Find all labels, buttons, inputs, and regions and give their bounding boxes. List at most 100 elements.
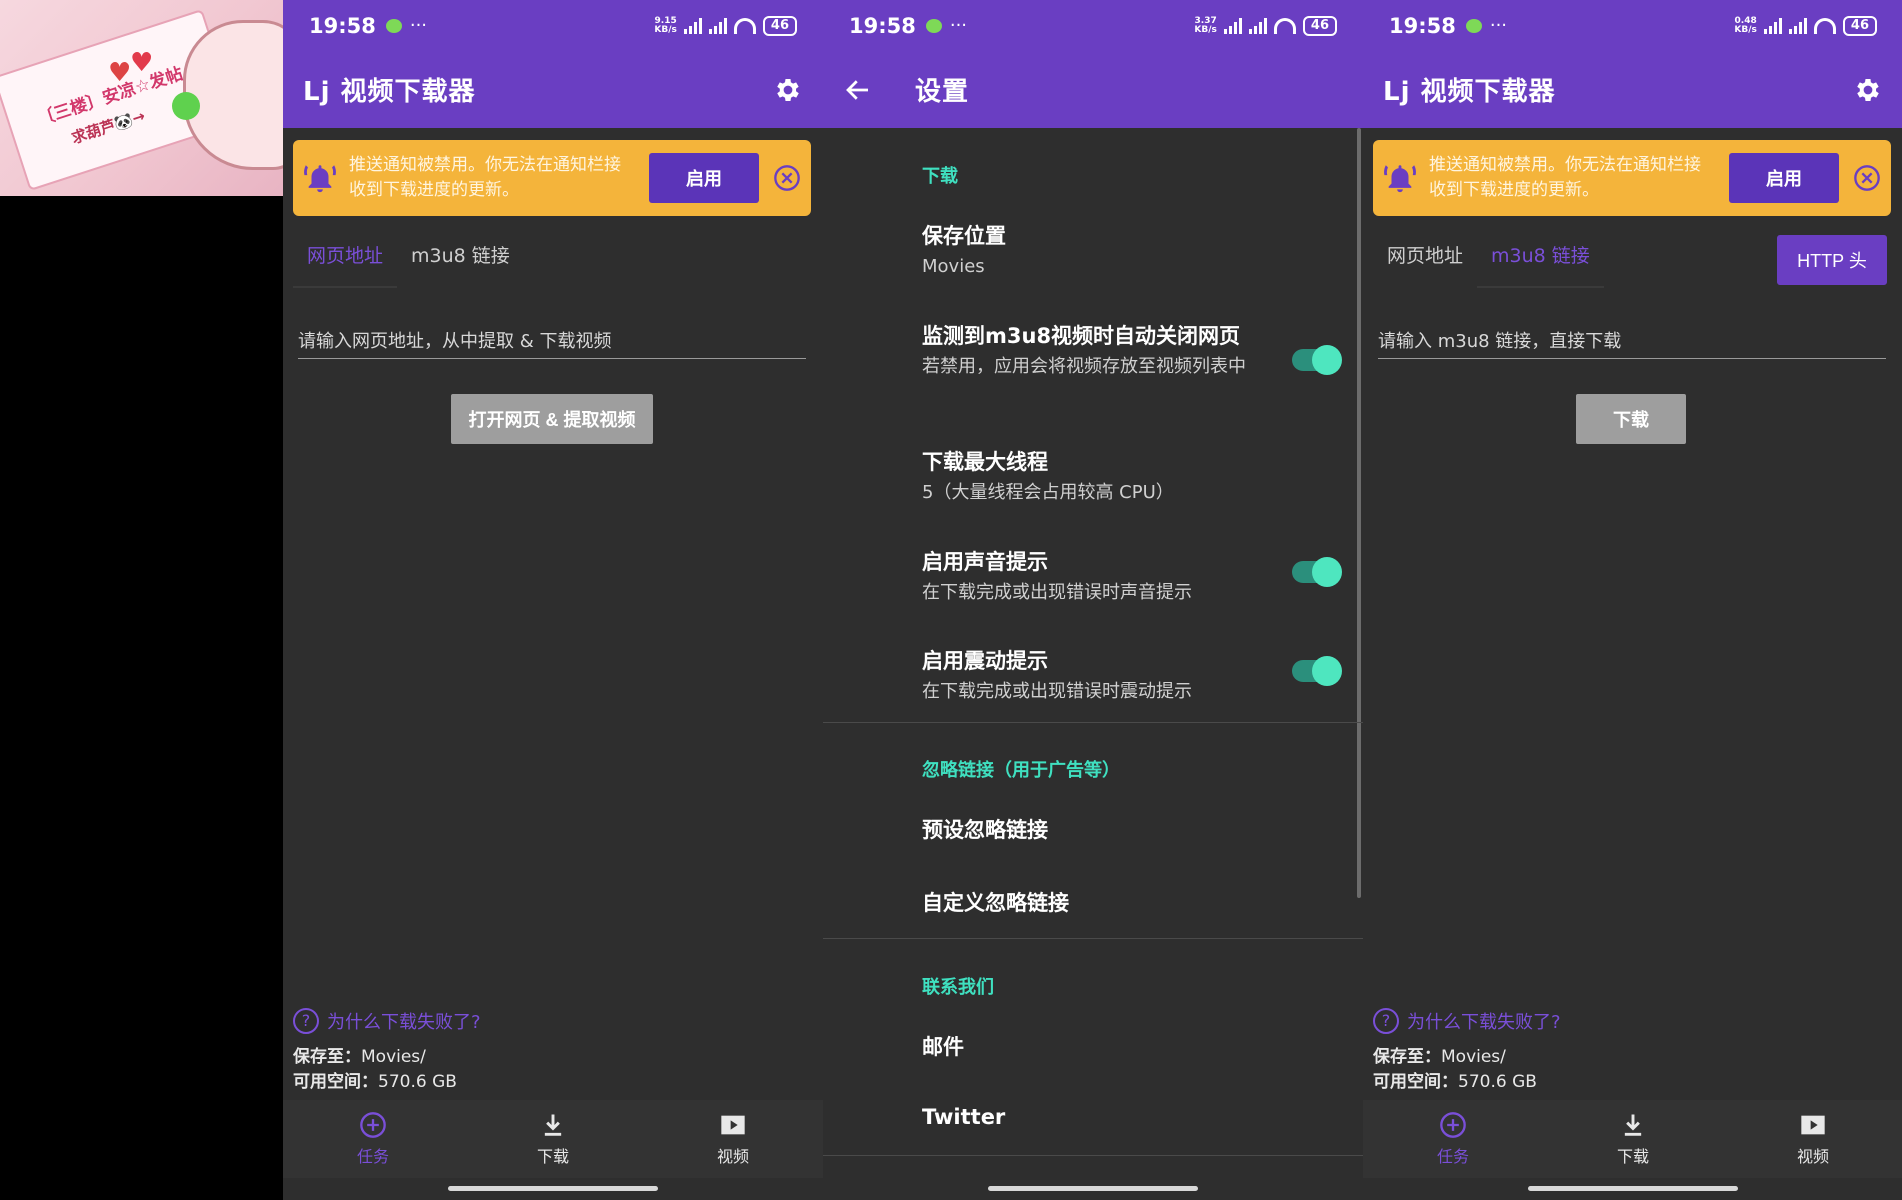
screen-m3u8-task: 19:58 ··· 0.48 KB/s 46 Lj 视频下载器 推送通知被禁用。你…	[1363, 0, 1902, 1200]
settings-gear-icon[interactable]	[773, 75, 803, 105]
status-bar: 19:58 ··· 0.48 KB/s 46	[1363, 0, 1902, 51]
setting-email[interactable]: 邮件	[922, 1031, 1282, 1061]
download-button[interactable]: 下载	[1576, 394, 1686, 444]
wechat-icon	[1465, 18, 1482, 33]
enable-notifications-button[interactable]: 启用	[649, 153, 759, 203]
divider	[823, 938, 1363, 939]
home-indicator[interactable]	[1528, 1186, 1738, 1191]
status-time: 19:58	[849, 13, 916, 38]
setting-preset-ignore[interactable]: 预设忽略链接	[922, 814, 1282, 844]
setting-twitter[interactable]: Twitter	[922, 1105, 1282, 1129]
more-notifications-icon: ···	[949, 15, 968, 36]
nav-videos[interactable]: 视频	[1723, 1100, 1902, 1178]
notification-disabled-banner: 推送通知被禁用。你无法在通知栏接收到下载进度的更新。 启用	[293, 140, 811, 216]
free-space-info: 可用空间：570.6 GB	[293, 1072, 457, 1092]
video-film-icon	[721, 1115, 745, 1135]
auto-close-toggle[interactable]	[1292, 345, 1342, 375]
bottom-nav: 任务 下载 视频	[1363, 1100, 1902, 1178]
tab-web-url[interactable]: 网页地址	[293, 232, 398, 288]
nav-downloads[interactable]: 下载	[1543, 1100, 1723, 1178]
sticker-image: ♥ ♥ 〔三楼〕安凉☆发帖 求葫芦🐼→	[0, 0, 283, 196]
setting-custom-ignore[interactable]: 自定义忽略链接	[922, 887, 1282, 917]
back-arrow-icon[interactable]	[843, 75, 873, 105]
enable-notifications-button[interactable]: 启用	[1729, 153, 1839, 203]
status-bar: 19:58 ··· 9.15 KB/s 46	[283, 0, 823, 51]
nav-tasks[interactable]: 任务	[1363, 1100, 1543, 1178]
wifi-icon	[1813, 17, 1836, 34]
battery-icon: 46	[1842, 15, 1877, 36]
app-title: Lj 视频下载器	[303, 77, 476, 107]
tab-web-url[interactable]: 网页地址	[1373, 232, 1477, 288]
notification-disabled-banner: 推送通知被禁用。你无法在通知栏接收到下载进度的更新。 启用	[1373, 140, 1891, 216]
status-time: 19:58	[309, 13, 376, 38]
close-circle-icon[interactable]	[773, 164, 801, 192]
m3u8-url-input[interactable]	[1378, 325, 1886, 359]
question-icon: ?	[293, 1008, 319, 1034]
signal-icon	[1788, 17, 1807, 34]
screen-web-task: 19:58 ··· 9.15 KB/s 46 Lj 视频下载器 推送通知被禁用。你…	[283, 0, 823, 1200]
signal-icon	[683, 17, 702, 34]
notice-message: 推送通知被禁用。你无法在通知栏接收到下载进度的更新。	[1429, 155, 1701, 200]
leaf-icon	[172, 92, 200, 120]
setting-max-threads[interactable]: 下载最大线程 5（大量线程会占用较高 CPU）	[922, 446, 1282, 506]
more-notifications-icon: ···	[1489, 15, 1508, 36]
sound-alert-toggle[interactable]	[1292, 557, 1342, 587]
nav-downloads[interactable]: 下载	[463, 1100, 643, 1178]
download-icon	[544, 1114, 562, 1136]
divider	[823, 1155, 1363, 1156]
sticker-hand	[183, 20, 283, 170]
close-circle-icon[interactable]	[1853, 164, 1881, 192]
signal-icon	[708, 17, 727, 34]
download-icon	[1624, 1114, 1642, 1136]
add-circle-icon	[360, 1112, 386, 1138]
save-location-info: 保存至：Movies/	[293, 1047, 426, 1067]
battery-icon: 46	[762, 15, 797, 36]
settings-gear-icon[interactable]	[1853, 75, 1883, 105]
setting-vibrate-alert[interactable]: 启用震动提示 在下载完成或出现错误时震动提示	[922, 645, 1282, 705]
app-title: Lj 视频下载器	[1383, 77, 1556, 107]
more-notifications-icon: ···	[409, 15, 428, 36]
setting-save-location[interactable]: 保存位置 Movies	[922, 220, 1282, 280]
save-location-info: 保存至：Movies/	[1373, 1047, 1506, 1067]
web-url-input[interactable]	[298, 325, 806, 359]
nav-videos[interactable]: 视频	[643, 1100, 823, 1178]
setting-auto-close-web[interactable]: 监测到m3u8视频时自动关闭网页 若禁用，应用会将视频存放至视频列表中	[922, 320, 1274, 380]
open-web-extract-button[interactable]: 打开网页 & 提取视频	[451, 394, 653, 444]
vibrate-alert-toggle[interactable]	[1292, 656, 1342, 686]
bottom-nav: 任务 下载 视频	[283, 1100, 823, 1178]
signal-icon	[1248, 17, 1267, 34]
tab-m3u8-link[interactable]: m3u8 链接	[1477, 232, 1604, 288]
app-bar: 设置	[823, 51, 1363, 128]
tab-m3u8-link[interactable]: m3u8 链接	[397, 232, 524, 288]
wechat-icon	[385, 18, 402, 33]
input-type-tabs: 网页地址 m3u8 链接	[293, 232, 524, 288]
app-bar: Lj 视频下载器	[283, 51, 823, 128]
video-film-icon	[1801, 1115, 1825, 1135]
input-type-tabs: 网页地址 m3u8 链接	[1373, 232, 1604, 288]
section-ignore-links: 忽略链接（用于广告等）	[922, 760, 1120, 781]
download-failed-help-link[interactable]: ? 为什么下载失败了?	[1373, 1008, 1561, 1034]
status-bar: 19:58 ··· 3.37 KB/s 46	[823, 0, 1363, 51]
bell-alert-icon	[304, 165, 336, 193]
status-time: 19:58	[1389, 13, 1456, 38]
settings-title: 设置	[915, 77, 970, 107]
notice-message: 推送通知被禁用。你无法在通知栏接收到下载进度的更新。	[349, 155, 621, 200]
home-indicator[interactable]	[988, 1186, 1198, 1191]
screen-settings: 19:58 ··· 3.37 KB/s 46 设置 下载 保存位置 Movies …	[823, 0, 1363, 1200]
http-header-button[interactable]: HTTP 头	[1777, 235, 1887, 285]
wechat-icon	[925, 18, 942, 33]
section-contact: 联系我们	[922, 977, 994, 998]
download-failed-help-link[interactable]: ? 为什么下载失败了?	[293, 1008, 481, 1034]
signal-icon	[1763, 17, 1782, 34]
home-indicator[interactable]	[448, 1186, 658, 1191]
network-speed: 3.37 KB/s	[1194, 15, 1217, 35]
nav-tasks[interactable]: 任务	[283, 1100, 463, 1178]
question-icon: ?	[1373, 1008, 1399, 1034]
network-speed: 0.48 KB/s	[1734, 15, 1757, 35]
battery-icon: 46	[1302, 15, 1337, 36]
bell-alert-icon	[1384, 165, 1416, 193]
setting-sound-alert[interactable]: 启用声音提示 在下载完成或出现错误时声音提示	[922, 546, 1282, 606]
wifi-icon	[733, 17, 756, 34]
scrollbar[interactable]	[1357, 128, 1361, 898]
network-speed: 9.15 KB/s	[654, 15, 677, 35]
